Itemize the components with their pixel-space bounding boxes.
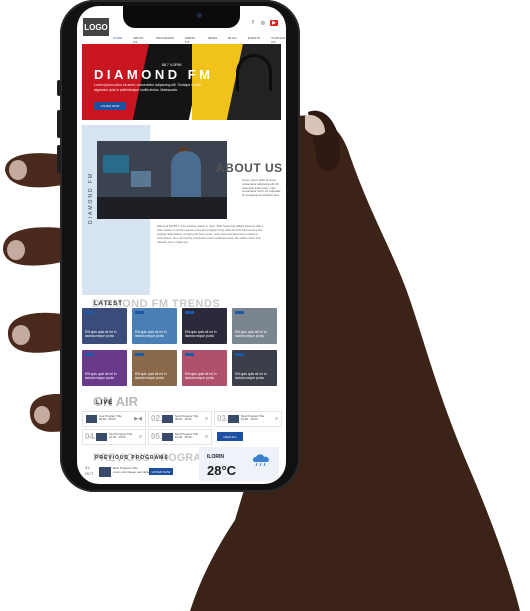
camera-icon [197, 13, 202, 18]
nav-events[interactable]: EVENTS [248, 36, 260, 44]
trend-tag [185, 311, 194, 314]
trend-card[interactable]: Elit quis quis sit mi in lacinia neque p… [232, 350, 277, 386]
program-thumbnail [228, 415, 239, 423]
program-thumbnail [162, 415, 173, 423]
program-number: 02. [151, 414, 163, 423]
trend-card[interactable]: Elit quis quis sit mi in lacinia neque p… [82, 308, 127, 344]
trend-tag [235, 311, 244, 314]
headphones-image [236, 54, 272, 91]
site-logo[interactable]: LOGO [83, 18, 109, 36]
weather-city: ILORIN [207, 454, 224, 460]
menu-icon[interactable]: ≡ [205, 416, 208, 422]
about-aside-text: Lorem ipsum dolor sit amet, consectetur … [242, 178, 281, 198]
listen-now-button[interactable]: LISTEN NOW [94, 102, 126, 110]
social-links: f ◎ ▶ [250, 20, 278, 26]
trend-card[interactable]: Elit quis quis sit mi in lacinia neque p… [182, 350, 227, 386]
studio-monitor [131, 171, 151, 187]
onair-item[interactable]: 02. Next Program Title 08:00 - 10:00 ≡ [148, 411, 212, 427]
trend-tag [85, 311, 94, 314]
program-thumbnail [162, 433, 173, 441]
nav-news[interactable]: NEWS [208, 36, 217, 44]
menu-icon[interactable]: ≡ [139, 434, 142, 440]
program-text: Next Program Title 08:00 - 10:00 [175, 414, 199, 422]
weather-temp: 28°C [207, 463, 237, 478]
trend-tag [235, 353, 244, 356]
phone-button-volume-up [57, 110, 61, 138]
studio-monitor [103, 155, 129, 173]
onair-item[interactable]: 05. Next Program Title 14:00 - 16:00 ≡ [148, 429, 212, 445]
program-thumbnail [86, 415, 97, 423]
phone-button-mute [57, 80, 61, 96]
onair-item[interactable]: 04. Next Program Title 12:00 - 14:00 ≡ [82, 429, 146, 445]
trend-text: Elit quis quis sit mi in lacinia neque p… [85, 330, 117, 338]
trend-tag [135, 353, 144, 356]
program-text: Next Program Title 14:00 - 16:00 [175, 432, 199, 440]
nav-home[interactable]: HOME [113, 36, 122, 44]
previous-date: 31, OCT [85, 465, 94, 476]
trends-heading-small: LATEST [94, 301, 123, 307]
youtube-icon[interactable]: ▶ [270, 20, 278, 26]
previous-listen-button[interactable]: LISTEN NOW [149, 468, 173, 475]
nav-contact[interactable]: CONTACT US [271, 36, 286, 44]
program-number: 05. [151, 432, 163, 441]
studio-desk [97, 197, 227, 219]
onair-item[interactable]: Live Program Title 06:00 - 08:00 ▶◀ [82, 411, 146, 427]
trend-text: Elit quis quis sit mi in lacinia neque p… [85, 372, 117, 380]
about-vertical-label: DIAMOND FM [88, 171, 94, 224]
program-text: Next Program Title 10:00 - 12:00 [241, 414, 265, 422]
phone-screen: LOGO f ◎ ▶ HOME ABOUT US PROGRAMS PRESS … [77, 6, 286, 484]
trend-text: Elit quis quis sit mi in lacinia neque p… [135, 330, 167, 338]
trend-text: Elit quis quis sit mi in lacinia neque p… [185, 330, 217, 338]
nav-blog[interactable]: BLOG [228, 36, 237, 44]
rain-cloud-icon [252, 454, 269, 467]
about-paragraph: Diamond FM 88.7 is an exciting station i… [157, 224, 264, 244]
program-thumbnail [96, 433, 107, 441]
trend-card[interactable]: Elit quis quis sit mi in lacinia neque p… [132, 350, 177, 386]
trend-text: Elit quis quis sit mi in lacinia neque p… [235, 330, 267, 338]
nav-press-kit[interactable]: PRESS KIT [185, 36, 197, 44]
trend-card[interactable]: Elit quis quis sit mi in lacinia neque p… [182, 308, 227, 344]
facebook-icon[interactable]: f [250, 20, 256, 26]
menu-icon[interactable]: ≡ [275, 416, 278, 422]
program-number: 04. [85, 432, 97, 441]
menu-icon[interactable]: ≡ [205, 434, 208, 440]
program-number: 03. [217, 414, 229, 423]
trend-text: Elit quis quis sit mi in lacinia neque p… [235, 372, 267, 380]
trend-text: Elit quis quis sit mi in lacinia neque p… [135, 372, 167, 380]
play-icon[interactable]: ▶◀ [134, 416, 142, 422]
program-text: Next Program Title 12:00 - 14:00 [109, 432, 133, 440]
studio-photo [97, 141, 227, 219]
about-title: ABOUT US [216, 161, 283, 175]
trend-tag [135, 311, 144, 314]
view-all-button[interactable]: VIEW ALL [217, 432, 243, 441]
hero-banner: 88.7 ILORIN DIAMOND FM Lorem ipsum dolor… [82, 44, 281, 120]
onair-heading-small: LIVE [96, 400, 114, 406]
nav-programs[interactable]: PROGRAMS [156, 36, 174, 44]
instagram-icon[interactable]: ◎ [260, 20, 266, 26]
trend-tag [85, 353, 94, 356]
hero-description: Lorem ipsum dolor sit amet, consectetur … [94, 83, 202, 92]
trend-tag [185, 353, 194, 356]
trend-card[interactable]: Elit quis quis sit mi in lacinia neque p… [232, 308, 277, 344]
nav-about[interactable]: ABOUT US [133, 36, 145, 44]
phone-notch [123, 6, 240, 28]
trend-text: Elit quis quis sit mi in lacinia neque p… [185, 372, 217, 380]
phone-button-volume-down [57, 145, 61, 173]
trend-card[interactable]: Elit quis quis sit mi in lacinia neque p… [82, 350, 127, 386]
hero-title: DIAMOND FM [94, 67, 214, 82]
main-nav: HOME ABOUT US PROGRAMS PRESS KIT NEWS BL… [113, 36, 286, 44]
previous-thumbnail [99, 467, 111, 477]
weather-widget: ILORIN 28°C [199, 447, 279, 481]
onair-item[interactable]: 03. Next Program Title 10:00 - 12:00 ≡ [214, 411, 282, 427]
program-text: Live Program Title 06:00 - 08:00 [99, 414, 122, 422]
trend-card[interactable]: Elit quis quis sit mi in lacinia neque p… [132, 308, 177, 344]
previous-heading-small: PREVIOUS PROGRAMS [95, 455, 169, 461]
